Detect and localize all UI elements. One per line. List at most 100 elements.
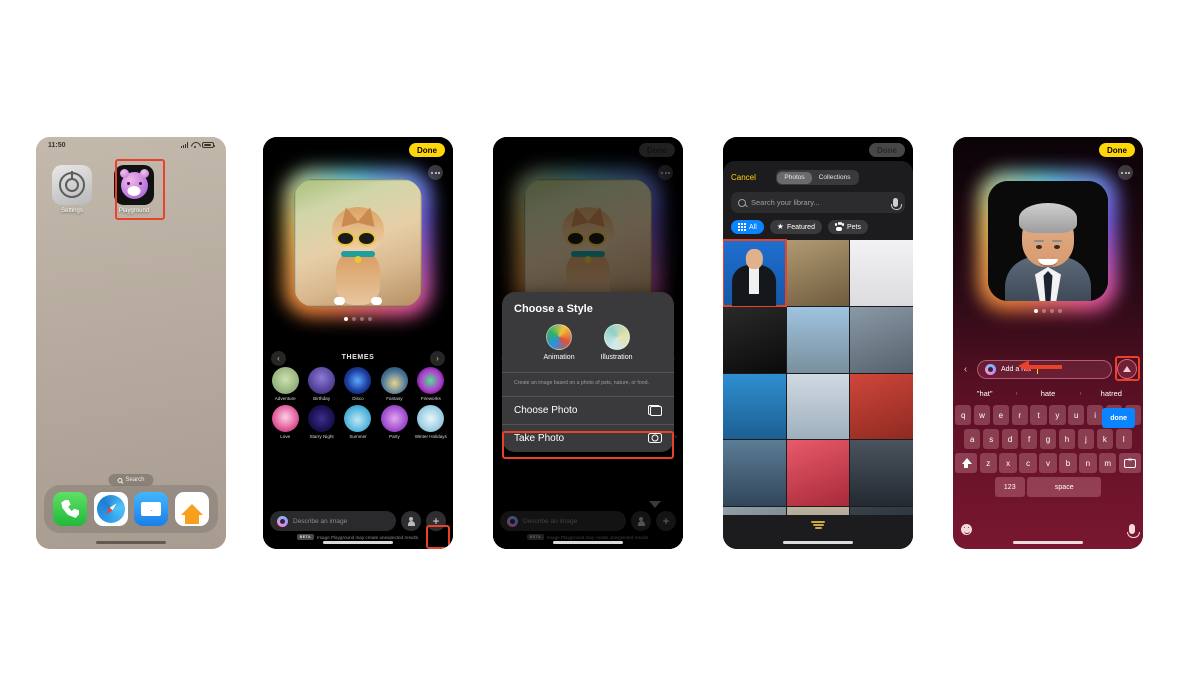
take-photo-row[interactable]: Take Photo [502,423,674,452]
chip-all[interactable]: All [731,220,764,234]
theme-label: Birthday [313,396,331,401]
key-d[interactable]: d [1001,429,1019,449]
key-h[interactable]: h [1058,429,1076,449]
key-w[interactable]: w [973,405,991,425]
chip-featured[interactable]: ★ Featured [769,220,822,234]
theme-adventure[interactable]: Adventure [268,367,302,401]
app-icon-playground[interactable]: Playground [112,165,156,214]
dock [44,485,218,533]
photo-thumbnail[interactable] [850,240,913,306]
safari-compass-icon[interactable] [93,492,128,526]
key-e[interactable]: e [992,405,1010,425]
photo-thumbnail[interactable] [850,440,913,507]
key-x[interactable]: x [999,453,1017,473]
key-u[interactable]: u [1068,405,1085,425]
phone-icon[interactable] [53,492,88,526]
menu-tail [649,501,661,508]
photo-thumbnail[interactable] [850,306,913,373]
keyboard-bottom-bar [953,521,1143,538]
key-r[interactable]: r [1011,405,1028,425]
theme-birthday[interactable]: Birthday [304,367,338,401]
theme-fireworks[interactable]: Fireworks [414,367,448,401]
space-key[interactable]: space [1027,477,1102,497]
chip-pets[interactable]: Pets [827,220,868,234]
microphone-icon[interactable] [1126,524,1140,538]
key-t[interactable]: t [1030,405,1047,425]
photo-thumbnail[interactable] [723,440,786,507]
key-b[interactable]: b [1059,453,1077,473]
describe-image-input[interactable]: Describe an image [270,511,396,531]
theme-party[interactable]: Party [377,405,411,439]
photo-thumbnail[interactable] [786,306,850,373]
done-key[interactable]: done [1102,408,1135,428]
choose-photo-row[interactable]: Choose Photo [502,395,674,424]
key-f[interactable]: f [1020,429,1038,449]
prediction-2[interactable]: hatred [1079,389,1143,398]
key-l[interactable]: l [1115,429,1132,449]
cancel-button[interactable]: Cancel [731,173,756,182]
drag-handle-icon[interactable] [811,521,825,529]
app-icon-settings[interactable]: Settings [50,165,94,214]
sparkle-icon [277,515,288,527]
theme-winter-holidays[interactable]: Winter Holidays [414,405,448,439]
chevron-left-icon[interactable]: ‹ [959,364,972,375]
theme-disco[interactable]: Disco [341,367,375,401]
segment-photos[interactable]: Photos [777,171,812,184]
key-a[interactable]: a [964,429,981,449]
photo-thumbnail[interactable] [786,373,850,440]
photo-thumbnail[interactable] [723,373,786,440]
key-z[interactable]: z [979,453,997,473]
theme-summer[interactable]: Summer [341,405,375,439]
key-m[interactable]: m [1099,453,1117,473]
chevron-left-icon[interactable]: ‹ [271,351,286,366]
theme-fantasy[interactable]: Fantasy [377,367,411,401]
chevron-right-icon[interactable]: › [430,351,445,366]
home-house-icon[interactable] [174,492,209,526]
done-button[interactable]: Done [409,143,445,157]
done-button[interactable]: Done [1099,143,1135,157]
generated-image-preview[interactable] [284,169,432,317]
key-c[interactable]: c [1019,453,1037,473]
generated-image-preview[interactable] [978,171,1118,311]
key-k[interactable]: k [1096,429,1114,449]
photo-thumbnail-selected[interactable] [723,239,787,307]
ellipsis-icon[interactable] [428,165,443,180]
plus-icon[interactable]: + [426,511,446,531]
key-g[interactable]: g [1039,429,1057,449]
photo-thumbnail[interactable] [786,240,850,306]
mail-envelope-icon[interactable] [134,492,169,526]
key-i[interactable]: i [1086,405,1104,425]
person-icon[interactable] [401,511,421,531]
style-option-illustration[interactable]: Illustration [601,324,633,361]
prediction-1[interactable]: hate [1016,389,1079,398]
style-option-animation[interactable]: Animation [543,324,575,361]
photo-thumbnail[interactable] [723,306,786,373]
photo-thumbnail[interactable] [850,373,913,440]
submit-prompt-button[interactable] [1117,359,1137,379]
ellipsis-icon[interactable] [1118,165,1133,180]
key-y[interactable]: y [1049,405,1066,425]
star-icon: ★ [776,222,784,231]
search-icon [117,477,123,483]
theme-love[interactable]: Love [268,405,302,439]
filter-chips: All ★ Featured Pets [723,213,913,240]
key-n[interactable]: n [1079,453,1097,473]
key-s[interactable]: s [982,429,1000,449]
key-q[interactable]: q [955,405,972,425]
segment-collections[interactable]: Collections [812,172,858,184]
chip-label: All [749,223,757,231]
prediction-0[interactable]: "hat" [953,389,1016,398]
numbers-key[interactable]: 123 [994,477,1025,497]
theme-starry-night[interactable]: Starry Night [304,405,338,439]
key-v[interactable]: v [1039,453,1057,473]
photo-thumbnail[interactable] [786,440,850,507]
done-button[interactable]: Done [869,143,905,157]
key-j[interactable]: j [1077,429,1095,449]
theme-thumb [380,367,408,394]
emoji-icon[interactable] [961,523,972,535]
beta-note-text: Image Playground may create unexpected r… [316,534,420,540]
microphone-icon[interactable] [891,198,902,210]
library-search-input[interactable]: Search your library... [731,192,905,213]
delete-key[interactable] [1118,453,1141,473]
shift-key[interactable] [955,453,978,473]
